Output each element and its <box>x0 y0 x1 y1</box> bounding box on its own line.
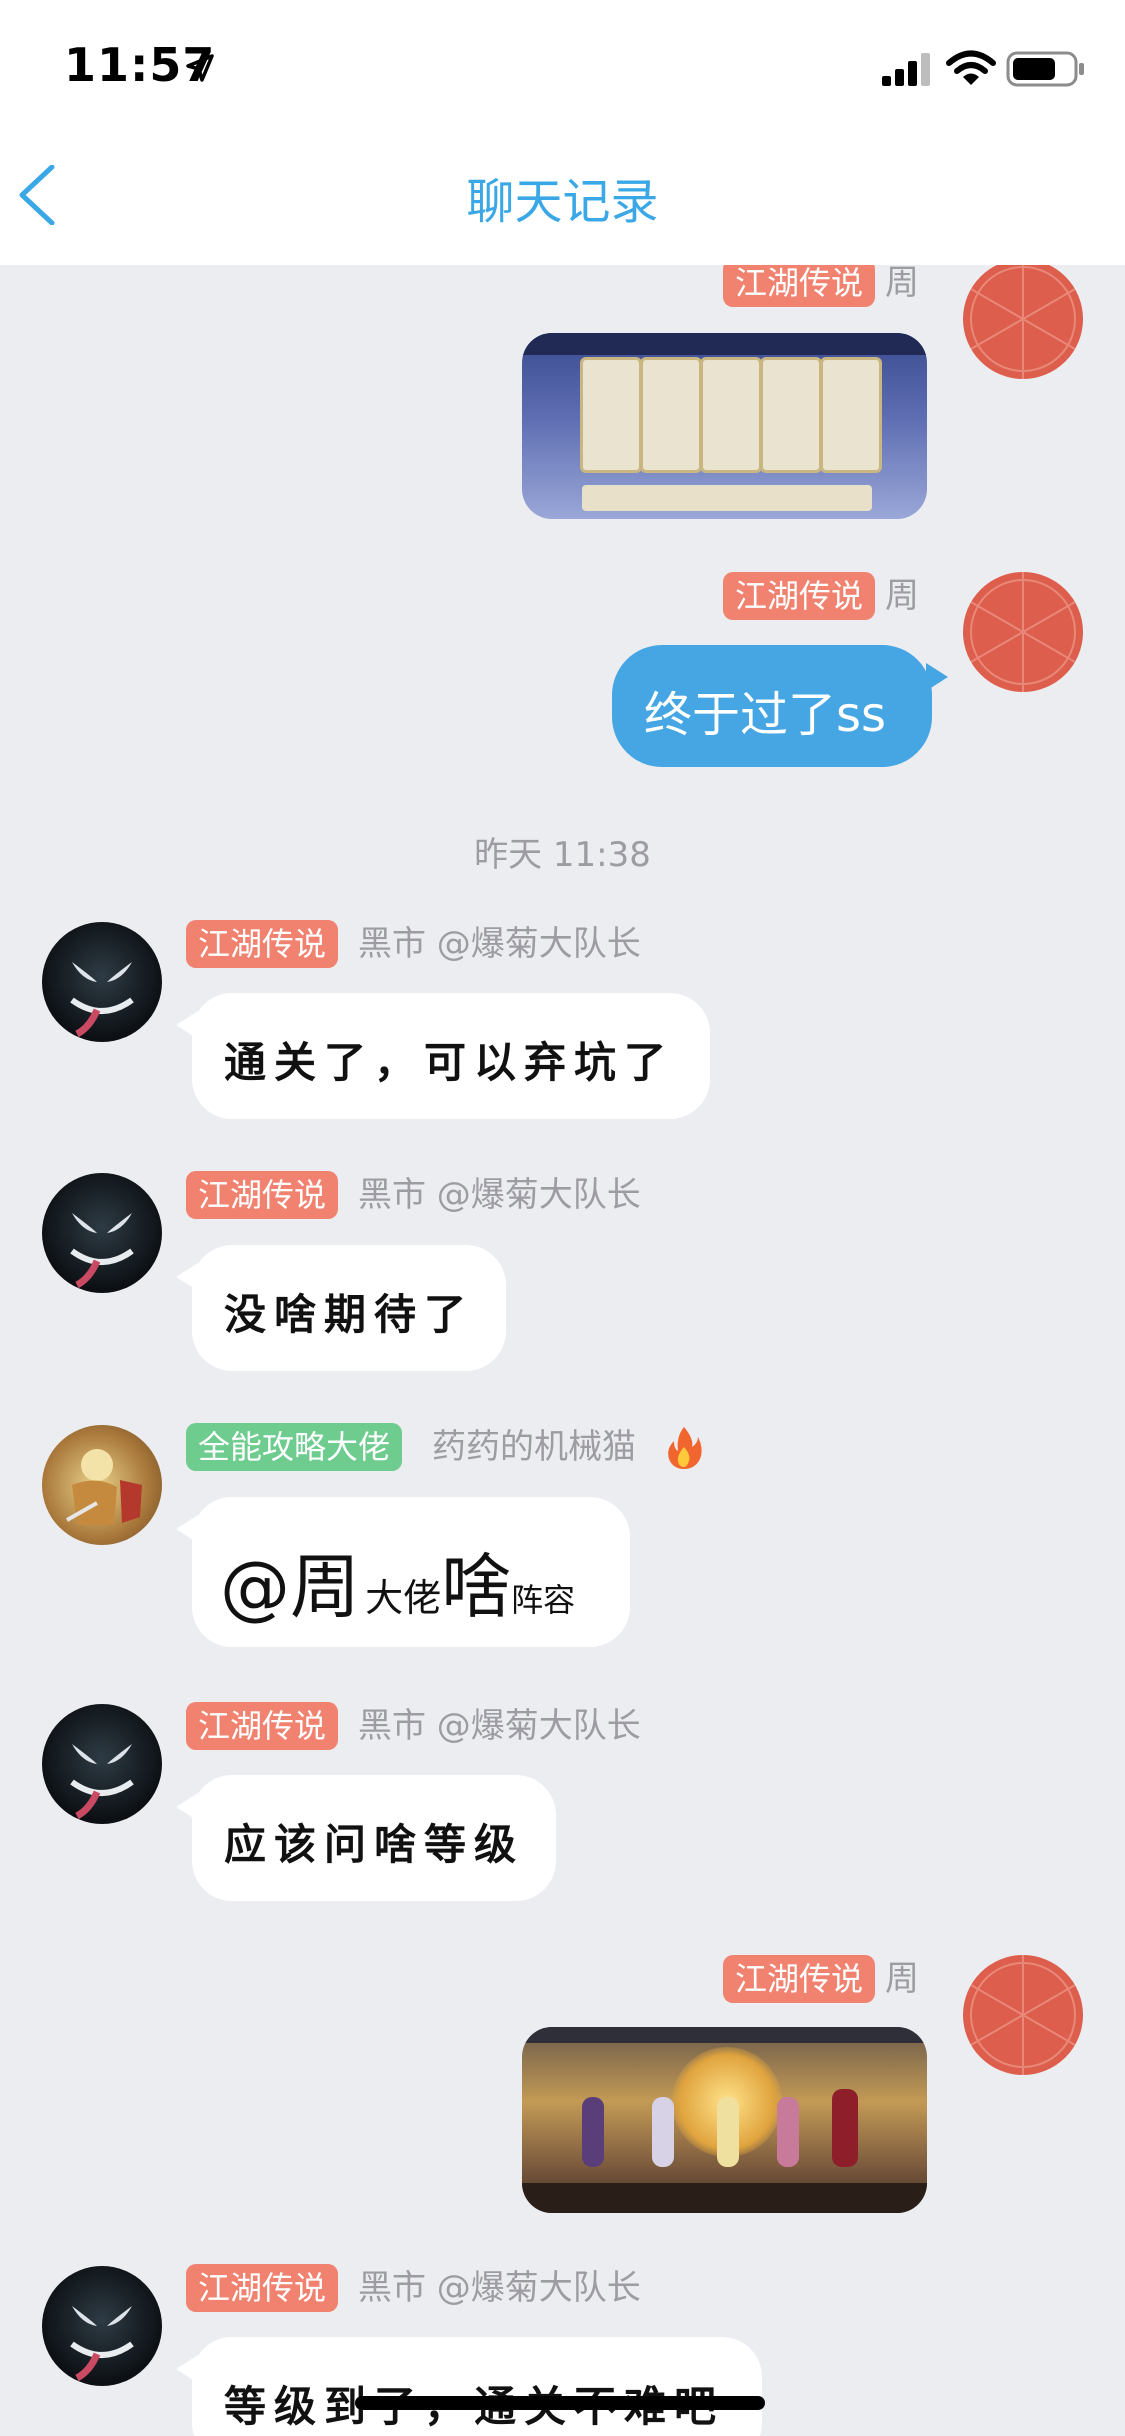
location-arrow-icon <box>186 54 214 82</box>
avatar[interactable] <box>42 1425 162 1545</box>
avatar[interactable] <box>42 2266 162 2386</box>
avatar[interactable] <box>42 1704 162 1824</box>
avatar[interactable] <box>963 265 1083 379</box>
venom-face-icon <box>70 1744 134 1820</box>
sender-name: 周 <box>885 1959 919 1999</box>
venom-face-icon <box>70 962 134 1038</box>
rank-badge: 江湖传说 <box>722 265 875 307</box>
rank-badge: 江湖传说 <box>722 1955 875 2003</box>
status-bar: 11:57 <box>0 0 1125 130</box>
message-bubble[interactable]: @周 大佬啥阵容 <box>176 1497 630 1647</box>
armored-knight-icon <box>66 1449 142 1525</box>
rank-badge: 江湖传说 <box>186 920 339 968</box>
home-indicator <box>355 2396 765 2410</box>
message-rich-text: @周 大佬啥阵容 <box>220 1531 575 1632</box>
pie-pattern-icon <box>970 265 1076 379</box>
avatar[interactable] <box>42 1173 162 1293</box>
page-title: 聊天记录 <box>466 174 659 230</box>
rank-badge: 江湖传说 <box>186 2264 339 2312</box>
wifi-icon <box>946 50 996 85</box>
sender-name: 黑市 @爆菊大队长 <box>358 1175 641 1215</box>
sender-name: 黑市 @爆菊大队长 <box>358 1706 641 1746</box>
timestamp: 昨天 11:38 <box>474 835 651 875</box>
message-bubble[interactable]: 等级到了，通关不难吧 <box>176 2337 762 2436</box>
signal-icon <box>882 53 930 86</box>
message-bubble[interactable]: 通关了，可以弃坑了 <box>176 993 710 1119</box>
rank-badge: 江湖传说 <box>186 1702 339 1750</box>
venom-face-icon <box>70 2306 134 2382</box>
sender-name: 黑市 @爆菊大队长 <box>358 2268 641 2308</box>
battery-icon <box>1006 51 1084 87</box>
rank-badge: 全能攻略大佬 <box>186 1423 403 1471</box>
mention-text: @周 <box>220 1546 360 1628</box>
fire-icon <box>668 1427 702 1469</box>
message-fragment: 阵容 <box>511 1581 576 1619</box>
message-text: 没啥期待了 <box>224 1290 475 1339</box>
sender-name: 药药的机械猫 <box>432 1427 636 1467</box>
message-fragment: 啥 <box>441 1546 512 1628</box>
rank-badge: 江湖传说 <box>722 572 875 620</box>
avatar[interactable] <box>963 572 1083 692</box>
chat-history[interactable]: 江湖传说 周 江湖传说 周 终于过了ss 昨天 11:38 江湖传说 黑市 @爆… <box>0 265 1125 2436</box>
message-bubble[interactable]: 终于过了ss <box>612 645 948 767</box>
message-bubble[interactable]: 没啥期待了 <box>176 1245 506 1371</box>
game-screenshot-image[interactable] <box>522 2027 927 2213</box>
sender-name: 周 <box>885 265 919 303</box>
avatar[interactable] <box>963 1955 1083 2075</box>
pie-pattern-icon <box>970 1955 1076 2075</box>
message-text: 通关了，可以弃坑了 <box>224 1038 675 1087</box>
pie-pattern-icon <box>970 572 1076 692</box>
sender-name: 黑市 @爆菊大队长 <box>358 924 641 964</box>
game-screenshot-image[interactable] <box>522 333 927 519</box>
message-fragment: 大佬 <box>365 1576 442 1620</box>
message-text: 终于过了ss <box>644 687 887 743</box>
avatar[interactable] <box>42 922 162 1042</box>
message-text: 应该问啥等级 <box>224 1820 525 1869</box>
rank-badge: 江湖传说 <box>186 1171 339 1219</box>
venom-face-icon <box>70 1213 134 1289</box>
message-bubble[interactable]: 应该问啥等级 <box>176 1775 556 1901</box>
sender-name: 周 <box>885 576 919 616</box>
